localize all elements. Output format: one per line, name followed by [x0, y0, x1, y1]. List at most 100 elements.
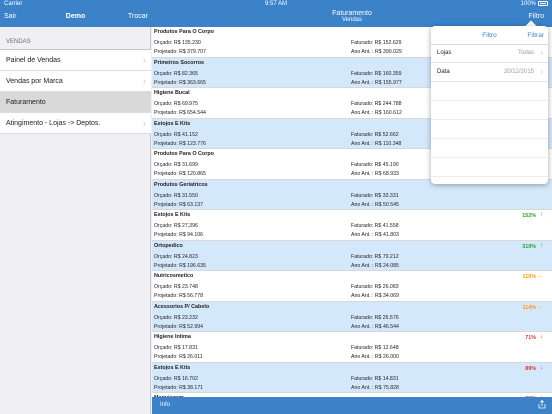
faturado-value: Faturado: R$ 244.788: [351, 101, 402, 107]
orcado-value: Orçado: R$ 17.831: [154, 345, 198, 351]
list-item[interactable]: Higiene Intima Orçado: R$ 17.831 Projetado…: [152, 332, 552, 363]
faturado-value: Faturado: R$ 45.190: [351, 162, 399, 168]
projetado-value: Projetado: R$ 363.665: [154, 79, 206, 86]
sidebar-section-header: VENDAS: [6, 39, 31, 45]
empty-row: [431, 121, 548, 139]
orcado-value: Orçado: R$ 23.748: [154, 284, 198, 290]
percent-badge: 319%: [522, 243, 536, 250]
list-item[interactable]: Estojos E Kits Orçado: R$ 16.702 Projetado…: [152, 362, 552, 393]
filter-row-lojas[interactable]: Lojas Todas ›: [431, 45, 548, 63]
category-name: Produtos Geriatricos: [154, 181, 208, 188]
faturado-value: Faturado: R$ 26.083: [351, 284, 399, 290]
faturado-value: Faturado: R$ 41.558: [351, 223, 399, 229]
projetado-value: Projetado: R$ 123.776: [154, 140, 206, 147]
orcado-value: Orçado: R$ 24.823: [154, 253, 198, 260]
trend-arrow-icon: →: [537, 273, 543, 279]
faturado-value: Faturado: R$ 33.331: [351, 192, 399, 199]
percent-badge: 110%: [522, 274, 537, 280]
ano-anterior-value: Ano Ant. : R$ 50.545: [351, 201, 399, 208]
trend-arrow-icon: ↓: [540, 364, 543, 371]
ano-anterior-value: Ano Ant. : R$ 75.828: [351, 384, 399, 391]
filter-row-value: Todas: [517, 50, 534, 56]
share-icon[interactable]: [538, 400, 546, 409]
page-title: Faturamento Vendas: [152, 10, 552, 24]
percent-badge: 71%: [525, 335, 536, 341]
trend-arrow-icon: ↑: [540, 242, 543, 249]
projetado-value: Projetado: R$ 63.137: [154, 201, 204, 208]
percent-badge: 89%: [525, 365, 536, 372]
clock-label: 9:57 AM: [264, 1, 287, 7]
projetado-value: Projetado: R$ 654.544: [154, 110, 206, 116]
chevron-right-icon: ›: [540, 48, 543, 57]
chevron-right-icon: ›: [143, 118, 146, 128]
category-name: Primeiros Socorros: [154, 59, 205, 66]
category-name: Produtos Para O Corpo: [154, 151, 214, 157]
filter-popover: Filtro Filtrar Lojas Todas › Data 20/12/…: [431, 26, 548, 184]
trend-arrow-icon: ↓: [540, 334, 543, 340]
bottom-toolbar: Info: [152, 397, 552, 414]
projetado-value: Projetado: R$ 196.635: [154, 262, 206, 269]
sidebar-item-label: Vendas por Marca: [6, 78, 63, 85]
ano-anterior-value: Ano Ant. : R$ 155.977: [351, 79, 402, 86]
ano-anterior-value: Ano Ant. : R$ 68.933: [351, 171, 399, 177]
category-name: Higiene Bucal: [154, 90, 190, 96]
category-name: Produtos Para O Corpo: [154, 29, 214, 35]
sidebar-item-faturamento[interactable]: Faturamento: [0, 92, 151, 113]
sidebar-item-label: Faturamento: [6, 99, 46, 106]
chevron-right-icon: ›: [143, 76, 146, 86]
orcado-value: Orçado: R$ 135.230: [154, 40, 201, 46]
faturado-value: Faturado: R$ 14.831: [351, 375, 399, 382]
percent-badge: 152%: [522, 213, 536, 219]
projetado-value: Projetado: R$ 38.171: [154, 384, 204, 391]
info-button[interactable]: Info: [160, 402, 170, 408]
ano-anterior-value: Ano Ant. : R$ 160.612: [351, 110, 402, 116]
faturado-value: Faturado: R$ 12.648: [351, 345, 399, 351]
projetado-value: Projetado: R$ 120.865: [154, 171, 206, 177]
list-item[interactable]: Produtos Geriatricos Orçado: R$ 31.550 Pro…: [152, 179, 552, 210]
page-title-text: Faturamento: [332, 10, 372, 17]
filter-row-value: 20/12/2015: [503, 69, 534, 75]
category-name: Estojos E Kits: [154, 212, 191, 218]
projetado-value: Projetado: R$ 26.011: [154, 354, 203, 360]
orcado-value: Orçado: R$ 31.550: [154, 192, 198, 199]
category-name: Higiene Intima: [154, 334, 191, 340]
faturado-value: Faturado: R$ 160.359: [351, 70, 402, 77]
orcado-value: Orçado: R$ 31.699: [154, 162, 198, 168]
list-item[interactable]: Acessorios P/ Cabelo Orçado: R$ 23.232 Pro…: [152, 301, 552, 332]
category-name: Acessorios P/ Cabelo: [154, 303, 210, 310]
category-name: Estojos E Kits: [154, 364, 191, 371]
sidebar-item-vendas-por-marca[interactable]: Vendas por Marca ›: [0, 71, 151, 92]
ano-anterior-value: Ano Ant. : R$ 390.029: [351, 49, 402, 55]
empty-row: [431, 159, 548, 177]
projetado-value: Projetado: R$ 56.778: [154, 293, 204, 299]
list-item[interactable]: Ortopedico Orçado: R$ 24.823 Projetado: R$…: [152, 240, 552, 271]
ano-anterior-value: Ano Ant. : R$ 41.803: [351, 232, 399, 238]
sidebar-item-painel-de-vendas[interactable]: Painel de Vendas ›: [0, 50, 151, 71]
ano-anterior-value: Ano Ant. : R$ 34.069: [351, 293, 399, 299]
sidebar-menu: Painel de Vendas › Vendas por Marca › Fa…: [0, 49, 151, 134]
orcado-value: Orçado: R$ 69.975: [154, 101, 198, 107]
ano-anterior-value: Ano Ant. : R$ 110.348: [351, 140, 402, 147]
filter-row-data[interactable]: Data 20/12/2015 ›: [431, 64, 548, 82]
orcado-value: Orçado: R$ 41.152: [154, 131, 198, 138]
filter-row-label: Lojas: [437, 50, 452, 56]
sidebar: VENDAS Painel de Vendas › Vendas por Mar…: [0, 27, 151, 414]
sidebar-item-atingimento[interactable]: Atingimento - Lojas -> Deptos. ›: [0, 113, 151, 134]
filtrar-button[interactable]: Filtrar: [527, 32, 544, 39]
ano-anterior-value: Ano Ant. : R$ 26.000: [351, 354, 399, 360]
battery-icon: [538, 1, 548, 6]
orcado-value: Orçado: R$ 27.396: [154, 223, 198, 229]
faturado-value: Faturado: R$ 152.629: [351, 40, 402, 46]
projetado-value: Projetado: R$ 52.994: [154, 323, 204, 330]
page-subtitle: Vendas: [341, 17, 363, 23]
filtro-button[interactable]: Filtro: [528, 13, 544, 20]
ano-anterior-value: Ano Ant. : R$ 24.085: [351, 262, 399, 269]
trocar-button[interactable]: Trocar: [128, 13, 148, 20]
list-item[interactable]: Nutricosmetico Orçado: R$ 23.748 Projetado…: [152, 271, 552, 302]
list-item[interactable]: Estojos E Kits Orçado: R$ 27.396 Projetado…: [152, 210, 552, 241]
orcado-value: Orçado: R$ 82.365: [154, 70, 198, 77]
empty-row: [431, 83, 548, 101]
battery-label: 100%: [520, 1, 536, 8]
battery-indicator: 100%: [521, 1, 548, 7]
faturado-value: Faturado: R$ 52.662: [351, 131, 399, 138]
